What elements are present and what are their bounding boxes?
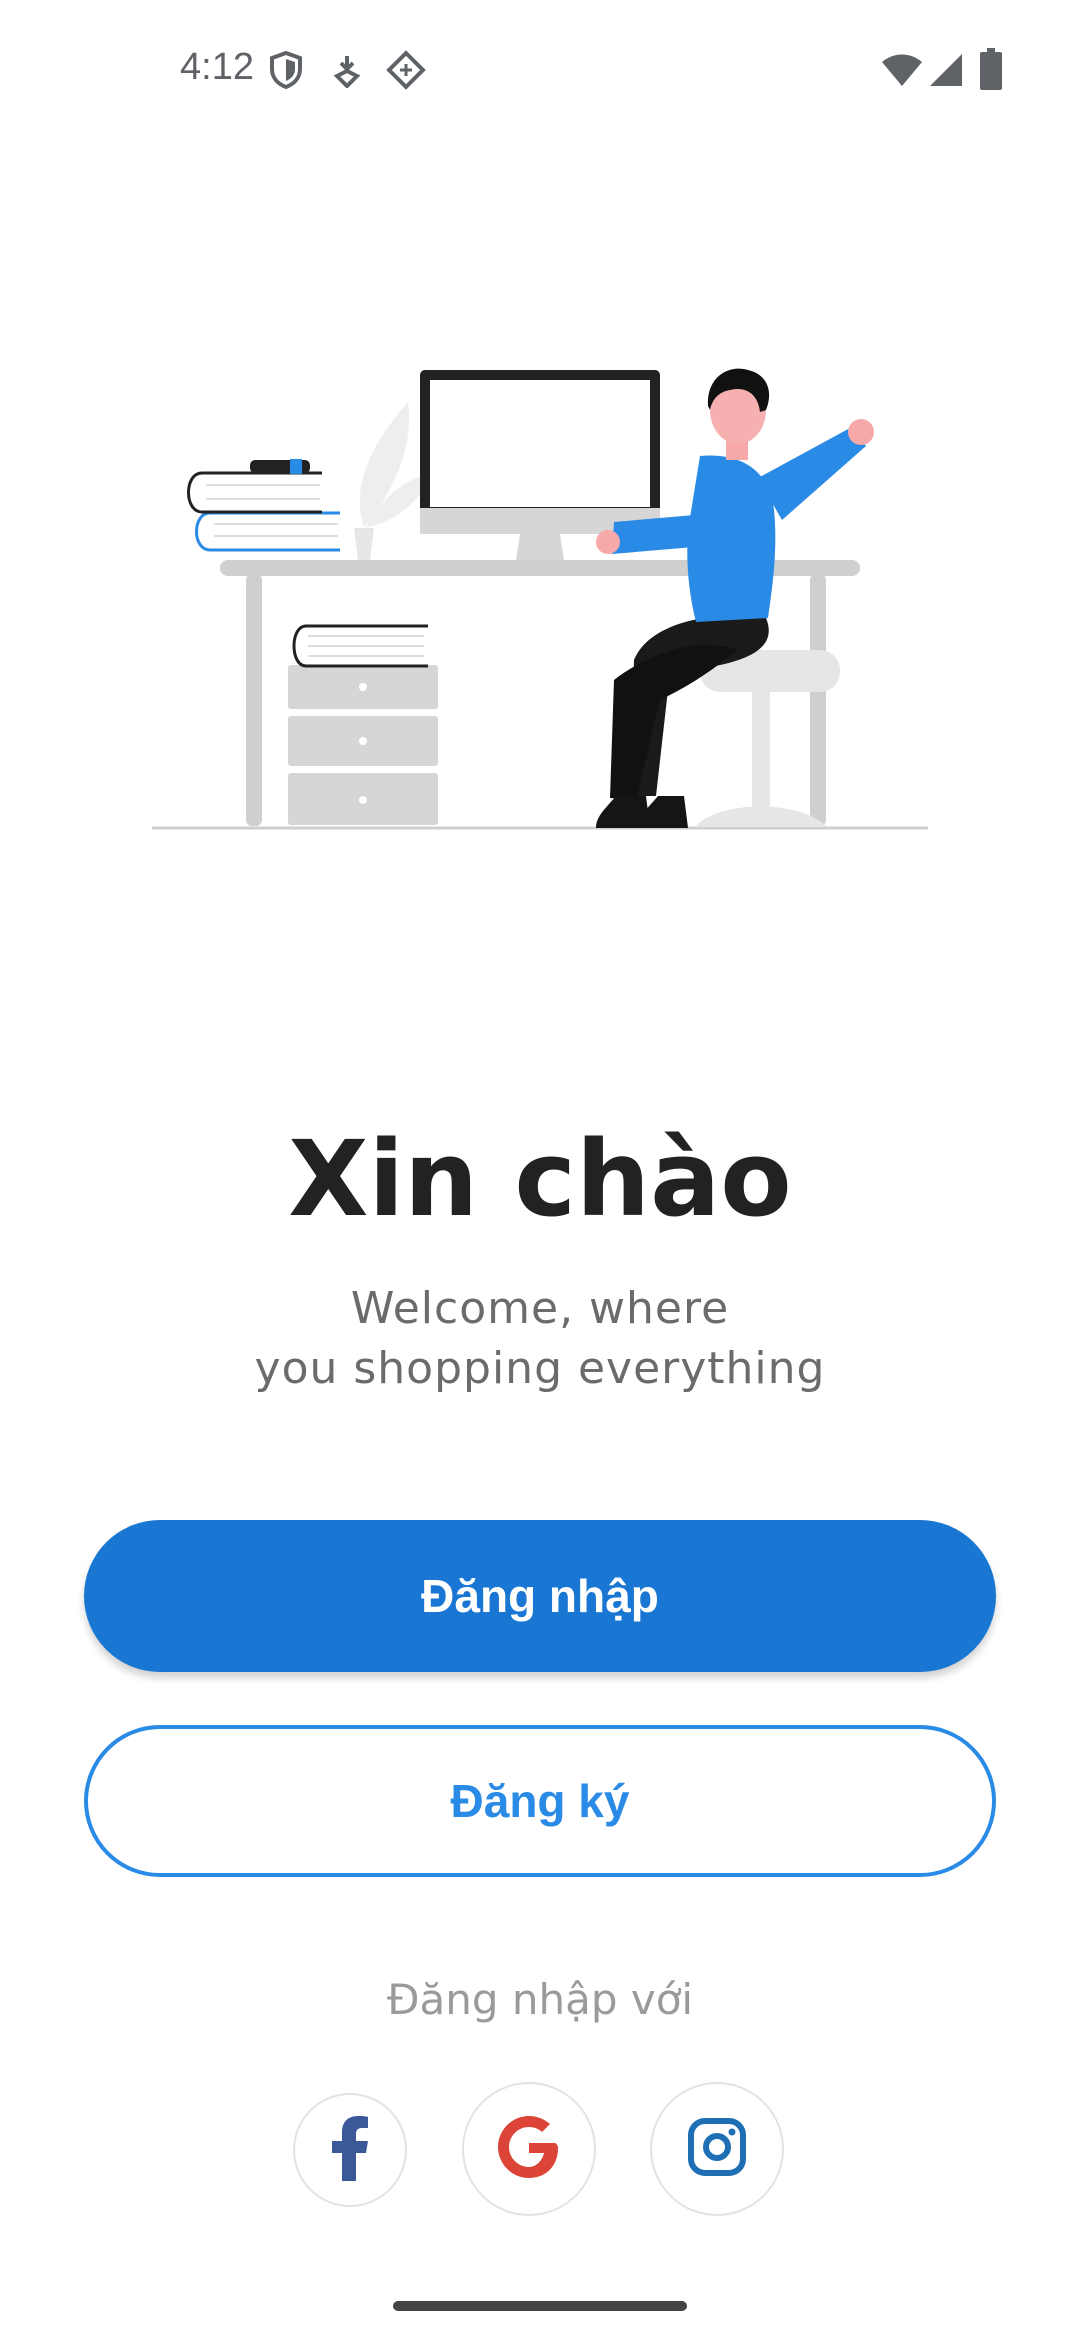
vpn-icon [386, 50, 426, 95]
cellular-signal-icon [928, 52, 964, 93]
shield-icon [268, 50, 304, 95]
battery-icon [980, 48, 1002, 95]
google-login-button[interactable] [462, 2082, 596, 2216]
download-icon [333, 54, 361, 93]
home-indicator[interactable] [393, 2301, 687, 2311]
login-button-label: Đăng nhập [421, 1570, 659, 1622]
facebook-icon [330, 2115, 370, 2186]
workspace-illustration [140, 360, 940, 840]
facebook-login-button[interactable] [293, 2093, 407, 2207]
instagram-login-button[interactable] [650, 2082, 784, 2216]
register-button[interactable]: Đăng ký [84, 1725, 996, 1877]
status-time: 4:12 [180, 46, 254, 88]
welcome-subtitle-line1: Welcome, where [350, 1283, 730, 1334]
welcome-subtitle-line2: you shopping everything [254, 1343, 826, 1394]
login-with-label: Đăng nhập với [386, 1975, 694, 2024]
status-bar: 4:12 [0, 0, 1080, 140]
welcome-title: Xin chào [288, 1118, 792, 1240]
register-button-label: Đăng ký [450, 1775, 630, 1827]
wifi-icon [880, 54, 924, 93]
login-button[interactable]: Đăng nhập [84, 1520, 996, 1672]
instagram-icon [687, 2117, 747, 2182]
google-icon [495, 2113, 563, 2186]
